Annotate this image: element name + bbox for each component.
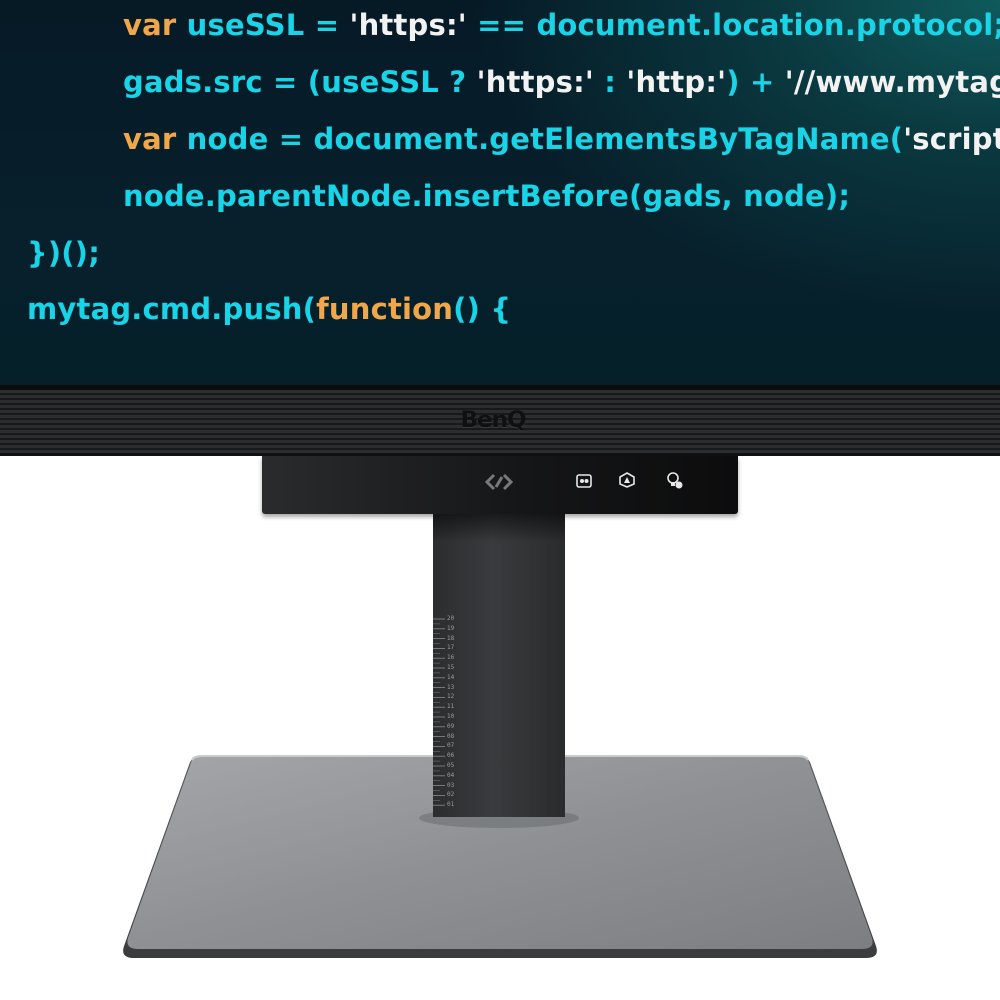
scale-label: 11 bbox=[447, 703, 455, 711]
scale-label: 08 bbox=[447, 732, 455, 740]
code-token: var bbox=[123, 8, 177, 42]
height-scale-ticks bbox=[433, 618, 445, 806]
code-token: == document.location.protocol; bbox=[466, 8, 1000, 42]
code-token: 'script' bbox=[903, 122, 1000, 156]
scale-label: 06 bbox=[447, 752, 455, 760]
code-line: mytag.cmd.push(function() { bbox=[27, 292, 511, 326]
code-token: ) + bbox=[726, 65, 785, 99]
scale-label: 19 bbox=[447, 624, 455, 632]
scale-label: 14 bbox=[447, 673, 455, 681]
scale-label: 13 bbox=[447, 683, 455, 691]
code-token: 'https:' bbox=[476, 65, 594, 99]
code-token: '//www.mytagservic bbox=[784, 65, 1000, 99]
scale-label: 17 bbox=[447, 644, 455, 652]
code-token: })(); bbox=[27, 236, 101, 270]
scale-label: 03 bbox=[447, 781, 455, 789]
code-token: var bbox=[123, 122, 177, 156]
code-line: var node = document.getElementsByTagName… bbox=[123, 122, 1000, 156]
code-token: function bbox=[316, 292, 454, 326]
code-token: gads.src = (useSSL ? bbox=[123, 65, 477, 99]
scale-label: 15 bbox=[447, 664, 455, 671]
code-line: var useSSL = 'https:' == document.locati… bbox=[123, 8, 1000, 42]
neck-shadow bbox=[433, 514, 565, 542]
scale-label: 04 bbox=[447, 771, 455, 779]
control-hub bbox=[262, 456, 738, 514]
code-token: node = document.getElementsByTagName( bbox=[176, 122, 904, 156]
code-token: : bbox=[593, 65, 627, 99]
scale-label: 07 bbox=[447, 742, 455, 750]
scale-label: 18 bbox=[447, 634, 455, 642]
monitor-screen: var useSSL = 'https:' == document.locati… bbox=[0, 0, 1000, 388]
code-line: node.parentNode.insertBefore(gads, node)… bbox=[123, 179, 850, 213]
scale-label: 12 bbox=[447, 693, 455, 701]
code-token: mytag.cmd.push( bbox=[27, 292, 317, 326]
code-token: node.parentNode.insertBefore(gads, node)… bbox=[123, 179, 851, 213]
code-token: 'http:' bbox=[626, 65, 727, 99]
code-token: 'https:' bbox=[349, 8, 467, 42]
code-token: () { bbox=[453, 292, 512, 326]
eye-care-icon[interactable] bbox=[575, 472, 593, 490]
scale-label: 01 bbox=[447, 801, 455, 809]
brightness-sensor-icon[interactable] bbox=[664, 470, 684, 490]
brand-logo: BenQ bbox=[460, 408, 526, 433]
scale-label: 05 bbox=[447, 762, 455, 769]
mode-icon[interactable] bbox=[618, 471, 636, 489]
scale-label: 10 bbox=[447, 713, 455, 720]
scale-label: 02 bbox=[447, 791, 455, 799]
code-line: })(); bbox=[27, 236, 100, 270]
height-scale: 20 19 18 17 16 15 14 13 12 11 10 09 08 07 06 05 04 03 02 01 bbox=[433, 614, 463, 810]
code-line: gads.src = (useSSL ? 'https:' : 'http:')… bbox=[123, 65, 1000, 99]
scale-label: 09 bbox=[447, 722, 455, 730]
hotkey-sync-icon[interactable] bbox=[484, 472, 514, 492]
scale-label: 20 bbox=[447, 615, 455, 622]
code-token: useSSL = bbox=[176, 8, 350, 42]
scale-label: 16 bbox=[447, 654, 455, 662]
